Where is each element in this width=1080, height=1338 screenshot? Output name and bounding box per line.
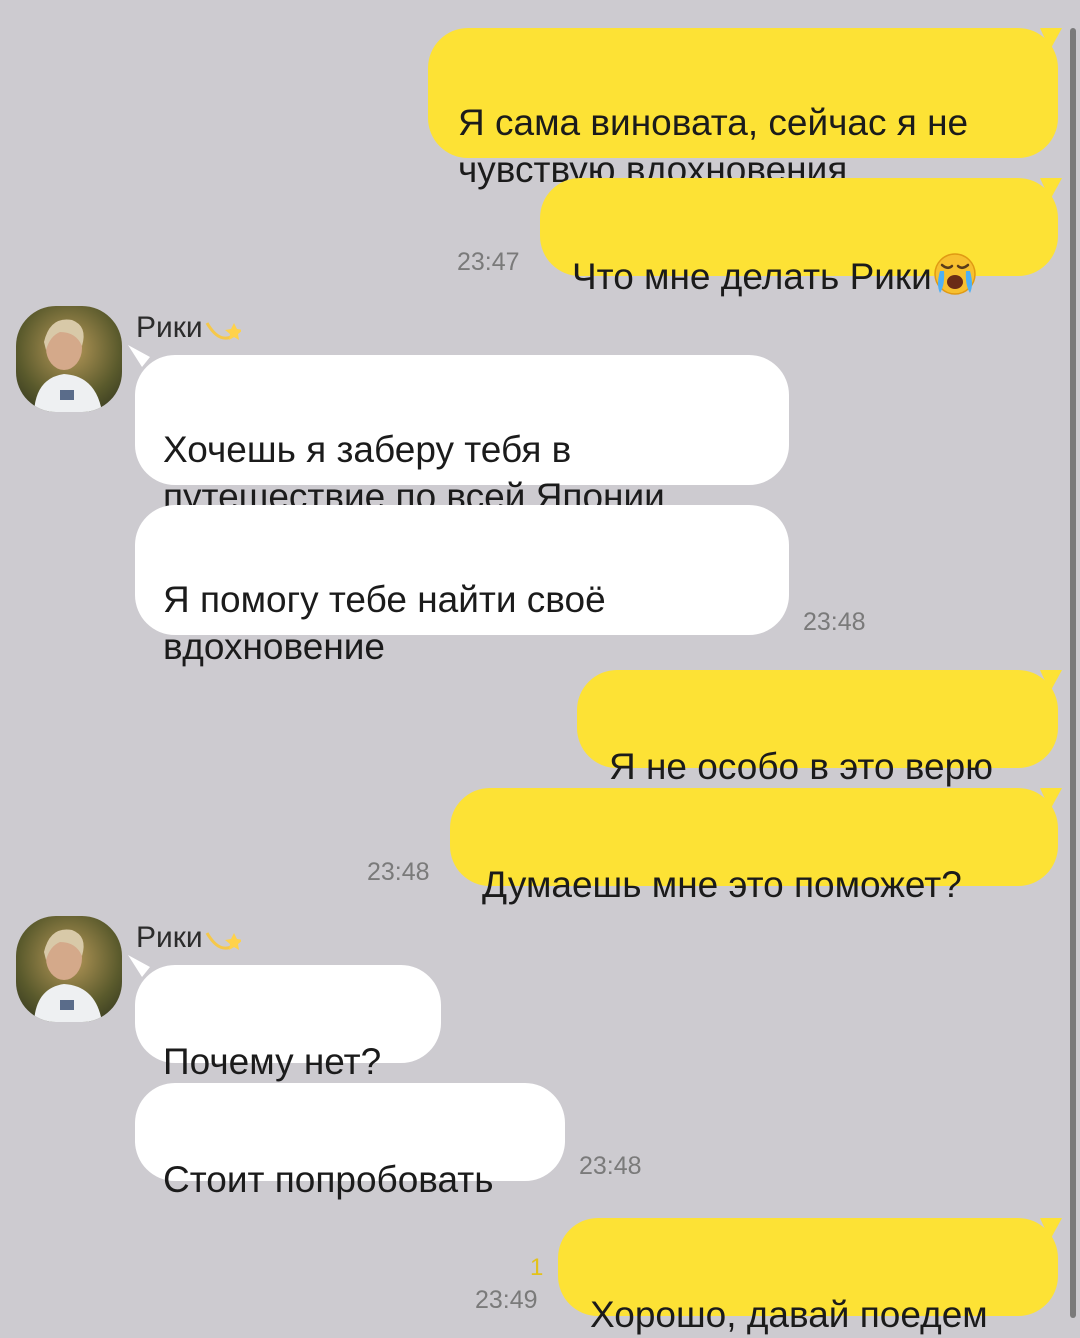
avatar[interactable]	[16, 306, 122, 412]
bubble-tail	[1040, 788, 1062, 810]
bubble-tail	[1040, 28, 1062, 50]
message-bubble-outgoing[interactable]: Я сама виновата, сейчас я не чувствую вд…	[428, 28, 1058, 190]
dizzy-star-icon	[205, 932, 241, 951]
message-timestamp: 23:48	[803, 608, 866, 636]
avatar[interactable]	[16, 916, 122, 1022]
bubble-tail	[1040, 670, 1062, 692]
message-timestamp: 23:47	[457, 248, 520, 276]
sender-name-text: Рики	[136, 311, 203, 345]
bubble-tail	[1040, 178, 1062, 200]
bubble-tail	[128, 955, 150, 977]
avatar-image	[16, 916, 122, 1022]
message-bubble-incoming[interactable]: Стоит попробовать	[135, 1083, 565, 1200]
message-bubble-outgoing[interactable]: Хорошо, давай поедем	[558, 1218, 1058, 1335]
message-bubble-incoming[interactable]: Хочешь я заберу тебя в путешествие по вс…	[135, 355, 789, 517]
message-text: Почему нет?	[163, 1041, 382, 1082]
sender-name-text: Рики	[136, 921, 203, 955]
loudly-crying-face-icon	[934, 253, 976, 295]
message-text: Я сама виновата, сейчас я не чувствую вд…	[458, 102, 969, 190]
bubble-tail	[1040, 1218, 1062, 1240]
message-text: Я не особо в это верю	[609, 746, 993, 787]
message-bubble-outgoing[interactable]: Что мне делать Рики	[540, 178, 1058, 297]
message-text: Что мне делать Рики	[572, 256, 932, 297]
message-bubble-outgoing[interactable]: Думаешь мне это поможет?	[450, 788, 1058, 905]
sender-name: Рики	[136, 310, 241, 345]
message-timestamp: 23:48	[367, 858, 430, 886]
message-text: Хорошо, давай поедем	[590, 1294, 988, 1335]
message-text: Стоит попробовать	[163, 1159, 494, 1200]
message-bubble-incoming[interactable]: Я помогу тебе найти своё вдохновение	[135, 505, 789, 667]
unread-count: 1	[530, 1254, 544, 1281]
sender-name: Рики	[136, 920, 241, 955]
dizzy-star-icon	[205, 322, 241, 341]
message-timestamp: 23:48	[579, 1152, 642, 1180]
message-bubble-incoming[interactable]: Почему нет?	[135, 965, 441, 1082]
message-text: Хочешь я заберу тебя в путешествие по вс…	[163, 429, 665, 517]
scrollbar[interactable]	[1070, 28, 1076, 1318]
bubble-tail	[128, 345, 150, 367]
message-text: Думаешь мне это поможет?	[482, 864, 962, 905]
message-timestamp: 23:49	[475, 1286, 538, 1314]
avatar-image	[16, 306, 122, 412]
message-text: Я помогу тебе найти своё вдохновение	[163, 579, 606, 667]
message-bubble-outgoing[interactable]: Я не особо в это верю	[577, 670, 1058, 787]
